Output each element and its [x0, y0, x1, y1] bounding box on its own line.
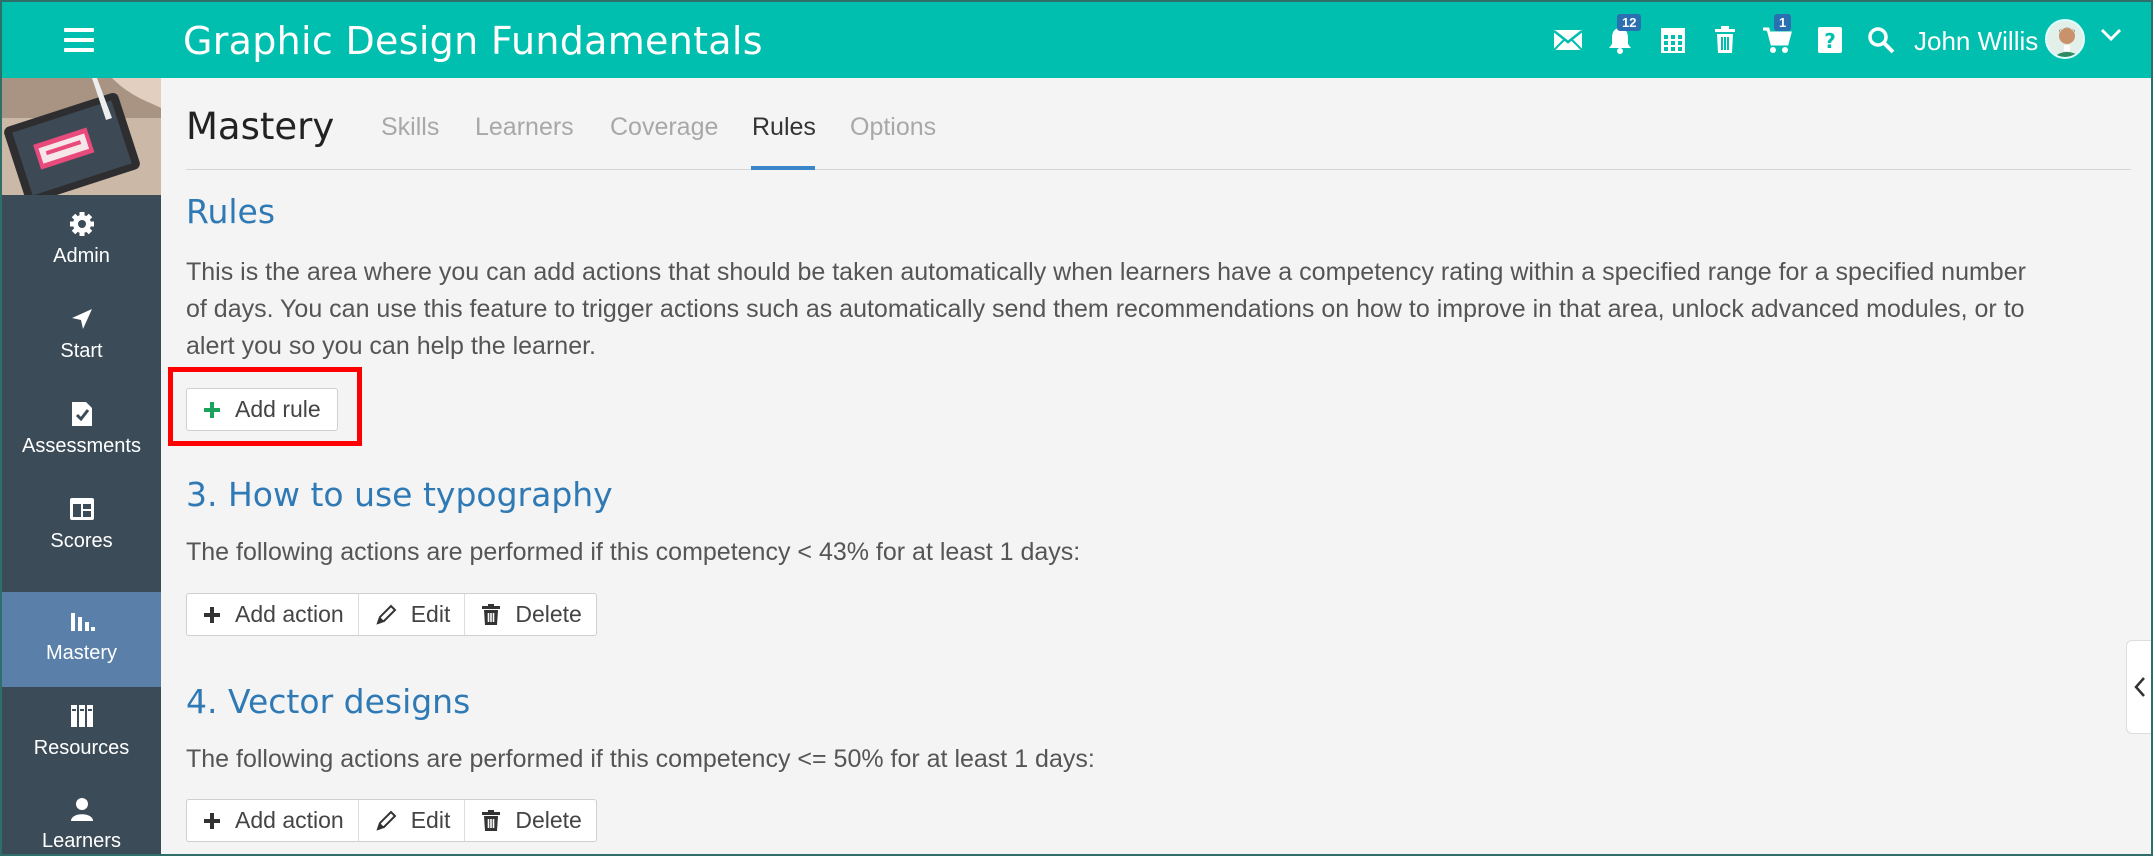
active-tab-indicator: [751, 166, 815, 170]
cart-icon[interactable]: 1: [1760, 14, 1794, 56]
table-icon: [70, 498, 94, 520]
tabs-divider: [186, 169, 2131, 170]
help-icon[interactable]: ?: [1813, 24, 1847, 56]
sidebar-item-assessments[interactable]: Assessments: [2, 385, 161, 480]
rules-description-line: of days. You can use this feature to tri…: [186, 295, 2025, 323]
tab-learners[interactable]: Learners: [475, 113, 574, 142]
chevron-down-icon[interactable]: [2100, 28, 2122, 47]
trash-icon: [482, 809, 501, 831]
notifications-bell-icon[interactable]: 12: [1603, 14, 1642, 56]
page-title: Mastery: [186, 105, 335, 148]
sidebar-item-label: Scores: [50, 530, 113, 552]
add-action-label: Add action: [235, 601, 344, 627]
pencil-icon: [376, 810, 397, 831]
delete-button[interactable]: Delete: [464, 800, 595, 841]
app-title: Graphic Design Fundamentals: [183, 19, 763, 63]
edit-label: Edit: [410, 601, 451, 627]
sidebar-item-resources[interactable]: Resources: [2, 687, 161, 782]
hamburger-menu-icon[interactable]: [64, 28, 94, 52]
mail-icon[interactable]: [1551, 24, 1585, 56]
edit-button[interactable]: Edit: [357, 800, 465, 841]
tab-coverage[interactable]: Coverage: [610, 113, 718, 142]
sidebar-item-label: Resources: [33, 737, 130, 759]
sidebar-item-scores[interactable]: Scores: [2, 480, 161, 575]
rules-description-line: alert you so you can help the learner.: [186, 332, 596, 360]
user-avatar[interactable]: [2045, 19, 2085, 59]
sidebar-item-label: Mastery: [45, 642, 118, 664]
calendar-icon[interactable]: [1656, 24, 1690, 56]
delete-button[interactable]: Delete: [464, 594, 595, 635]
plus-icon: [204, 606, 220, 623]
checklist-icon: [72, 402, 92, 426]
books-icon: [71, 705, 93, 727]
bar-chart-icon: [71, 613, 95, 631]
rules-description-line: This is the area where you can add actio…: [186, 258, 2026, 286]
competency-heading: 3. How to use typography: [186, 475, 613, 514]
add-action-label: Add action: [235, 807, 344, 833]
pencil-icon: [376, 604, 397, 625]
edit-button[interactable]: Edit: [357, 594, 465, 635]
add-action-button[interactable]: Add action: [187, 800, 358, 841]
sidebar: Admin Start Assessments Scores Mastery R…: [2, 78, 161, 854]
sidebar-item-label: Admin: [53, 245, 110, 267]
competency-heading: 4. Vector designs: [186, 682, 471, 721]
trash-icon[interactable]: [1708, 24, 1742, 56]
chevron-left-icon: [2133, 677, 2145, 697]
notifications-badge: 12: [1617, 14, 1642, 31]
panel-collapse-toggle[interactable]: [2126, 640, 2151, 734]
app-frame: Graphic Design Fundamentals 12 1 ? John …: [2, 2, 2151, 854]
tab-options[interactable]: Options: [850, 113, 936, 142]
delete-label: Delete: [515, 807, 582, 833]
navigation-arrow-icon: [72, 309, 92, 329]
delete-label: Delete: [515, 601, 582, 627]
sidebar-item-learners[interactable]: Learners: [2, 780, 161, 854]
competency-actions-toolbar: Add action Edit Delete: [186, 799, 597, 842]
main-content: Mastery Skills Learners Coverage Rules O…: [161, 78, 2151, 854]
user-icon: [71, 798, 93, 821]
sidebar-item-mastery[interactable]: Mastery: [2, 592, 161, 687]
top-bar: Graphic Design Fundamentals 12 1 ? John …: [2, 2, 2151, 78]
sidebar-item-label: Learners: [42, 830, 121, 852]
competency-condition: The following actions are performed if t…: [186, 538, 1081, 566]
competency-actions-toolbar: Add action Edit Delete: [186, 593, 597, 636]
competency-condition: The following actions are performed if t…: [186, 745, 1095, 773]
edit-label: Edit: [410, 807, 451, 833]
trash-icon: [482, 603, 501, 625]
add-action-button[interactable]: Add action: [187, 594, 358, 635]
search-icon[interactable]: [1864, 24, 1898, 56]
sidebar-item-label: Assessments: [22, 435, 141, 457]
svg-text:?: ?: [1824, 29, 1836, 53]
plus-icon: [204, 812, 220, 829]
rules-heading: Rules: [186, 192, 276, 231]
user-name[interactable]: John Willis: [1914, 26, 2038, 57]
highlight-annotation-box: [168, 367, 362, 446]
rules-description: This is the area where you can add actio…: [186, 254, 2131, 365]
tab-skills[interactable]: Skills: [381, 113, 439, 142]
cart-badge: 1: [1774, 14, 1792, 31]
tab-rules[interactable]: Rules: [752, 113, 816, 142]
sidebar-item-label: Start: [60, 340, 103, 362]
sidebar-item-start[interactable]: Start: [2, 290, 161, 385]
sidebar-item-admin[interactable]: Admin: [2, 195, 161, 290]
course-thumbnail[interactable]: [2, 78, 161, 195]
gear-icon: [70, 212, 94, 236]
